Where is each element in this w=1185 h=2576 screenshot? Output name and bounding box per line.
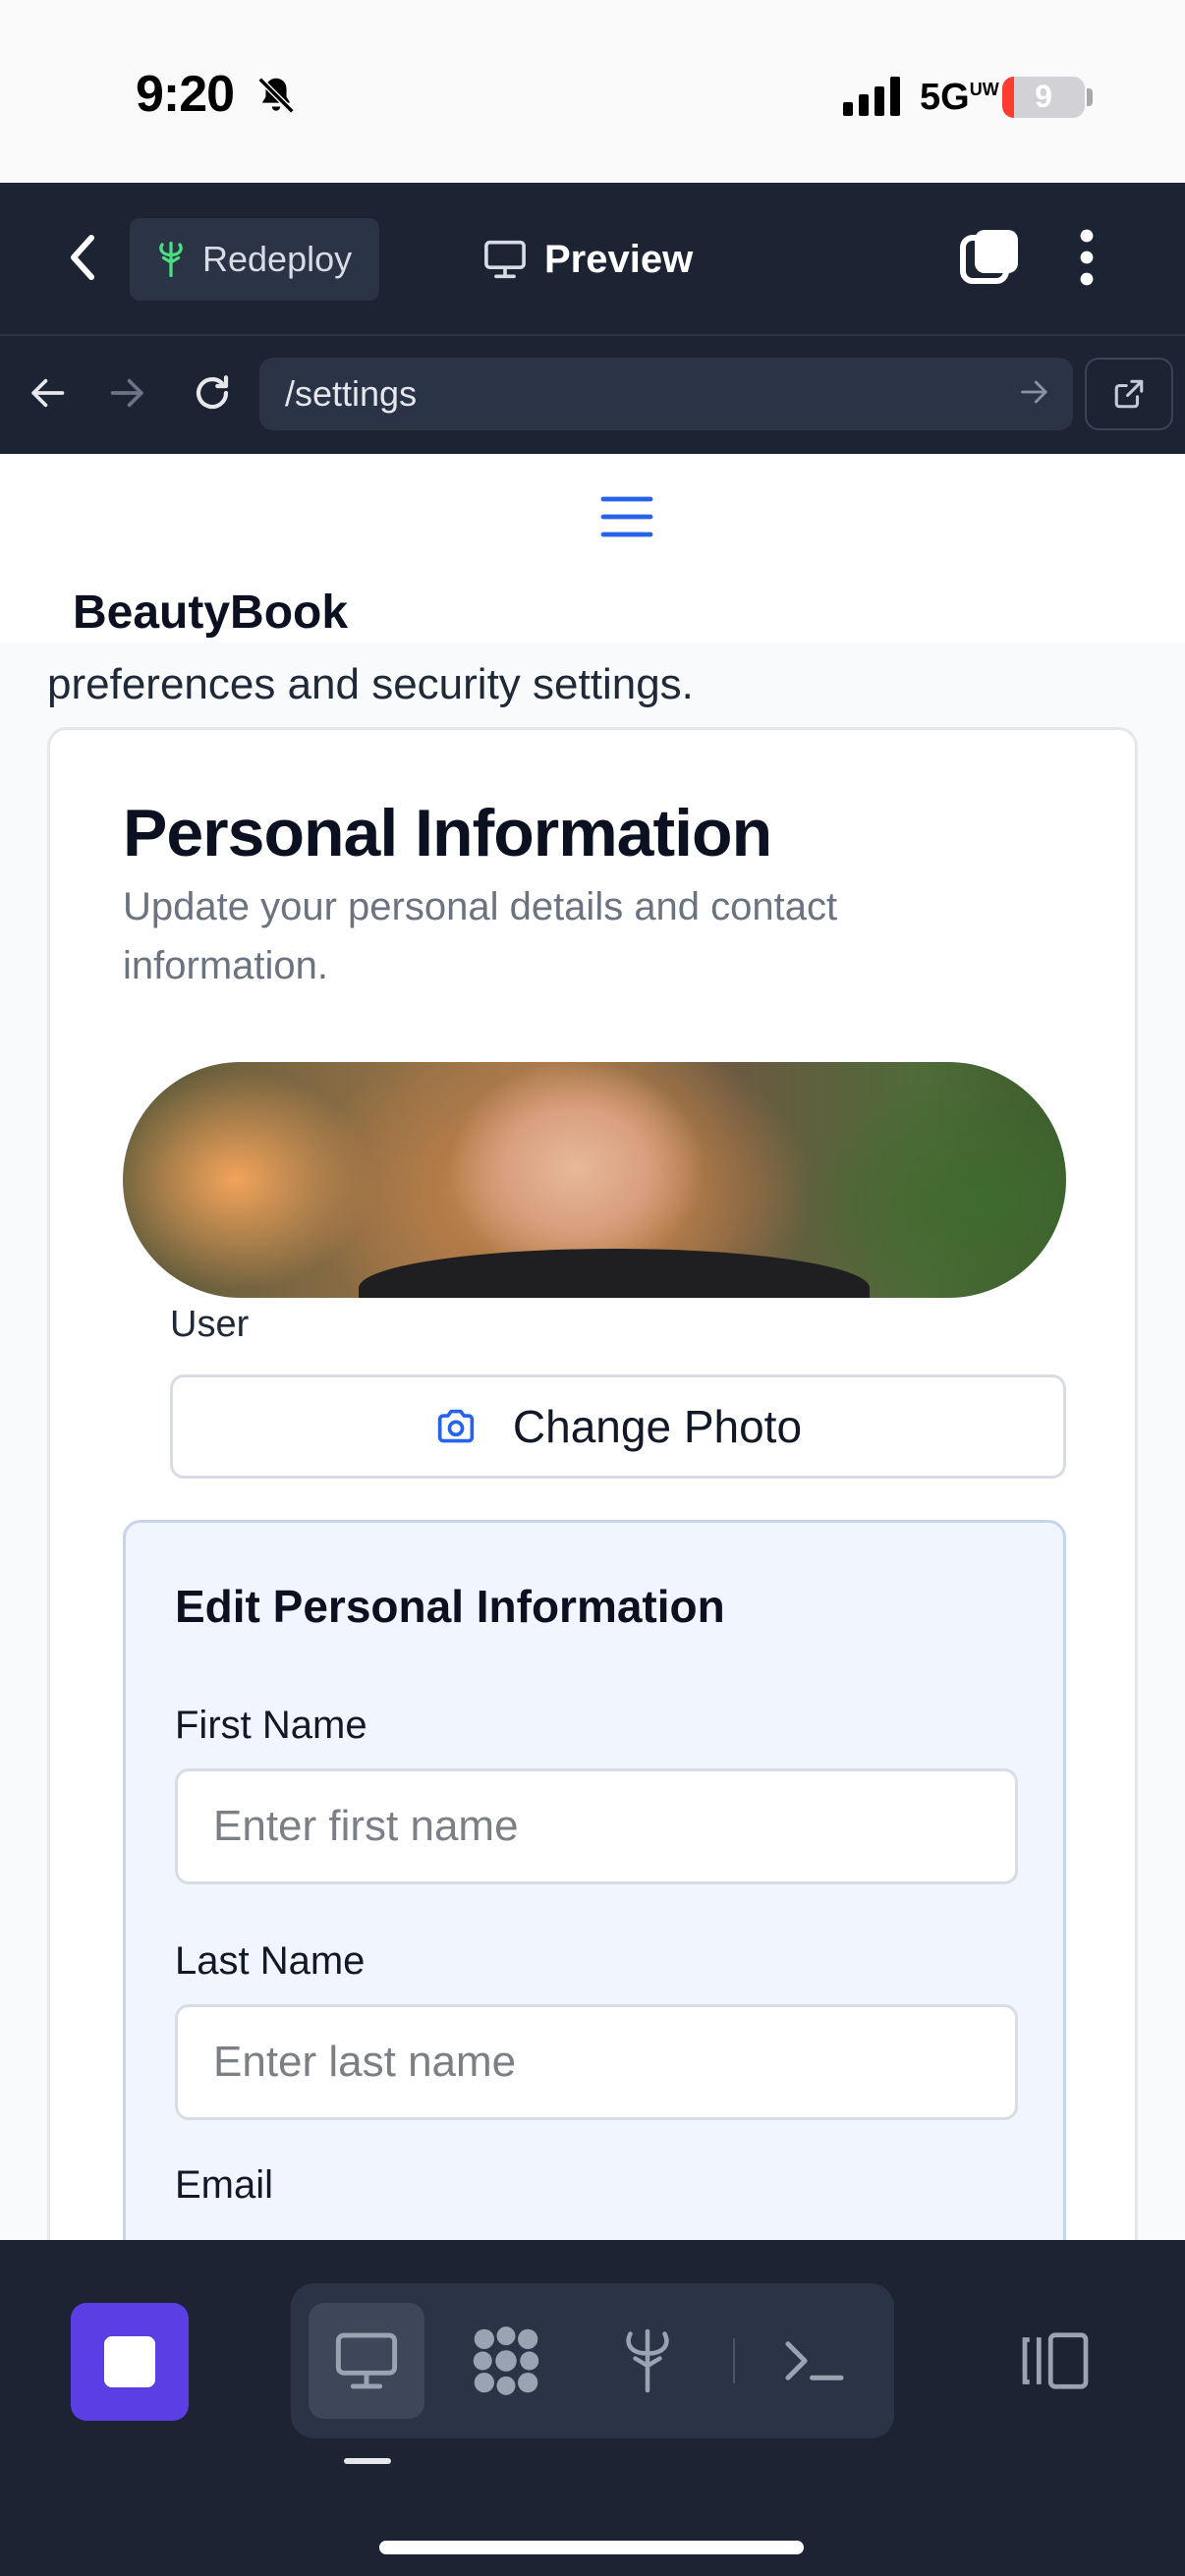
- tool-separator: [733, 2338, 735, 2383]
- nav-back-button[interactable]: [18, 364, 77, 422]
- arrow-right-icon: [110, 378, 143, 408]
- stop-icon: [104, 2336, 155, 2387]
- open-external-button[interactable]: [1085, 358, 1173, 430]
- last-name-input[interactable]: [175, 2004, 1018, 2120]
- preview-viewport[interactable]: BeautyBook preferences and security sett…: [0, 454, 1185, 2240]
- profile-photo: [123, 1062, 1066, 1298]
- tool-switcher: [291, 2283, 894, 2438]
- photo-shirt: [359, 1249, 870, 1298]
- form-title: Edit Personal Information: [175, 1581, 725, 1632]
- tabs-button[interactable]: [959, 226, 1022, 289]
- first-name-input[interactable]: [175, 1768, 1018, 1884]
- personal-info-card: Personal Information Update your persona…: [47, 727, 1138, 2240]
- monitor-icon: [484, 240, 526, 279]
- redeploy-button[interactable]: Redeploy: [130, 218, 379, 301]
- url-bar: /settings: [0, 334, 1185, 454]
- reload-icon: [196, 375, 229, 410]
- terminal-icon: [785, 2341, 844, 2380]
- active-tool-indicator: [344, 2458, 391, 2464]
- last-name-label: Last Name: [175, 1939, 366, 1983]
- change-photo-label: Change Photo: [512, 1401, 803, 1452]
- first-name-label: First Name: [175, 1704, 367, 1747]
- status-time: 9:20: [136, 66, 235, 123]
- card-description: Update your personal details and contact…: [123, 885, 838, 987]
- url-field[interactable]: /settings: [259, 358, 1073, 430]
- tool-packages[interactable]: [448, 2303, 564, 2419]
- edit-info-form: Edit Personal Information First Name Las…: [123, 1520, 1066, 2240]
- page-subtitle: preferences and security settings.: [47, 660, 694, 708]
- vertical-dots-icon: [1080, 229, 1094, 286]
- panel-layout-icon: [1022, 2332, 1089, 2389]
- change-photo-button[interactable]: Change Photo: [170, 1374, 1066, 1479]
- arrow-left-icon: [31, 378, 65, 408]
- home-indicator[interactable]: [379, 2541, 804, 2554]
- more-button[interactable]: [1075, 226, 1114, 289]
- tabs-icon: [960, 230, 1018, 284]
- profile-photo-caption: User: [170, 1304, 250, 1345]
- tool-preview[interactable]: [309, 2303, 424, 2419]
- battery-cap: [1087, 88, 1093, 106]
- signal-icon: [843, 77, 900, 116]
- deploy-tree-icon: [159, 241, 183, 278]
- stop-button[interactable]: [71, 2303, 189, 2421]
- external-link-icon: [1114, 379, 1144, 409]
- battery-icon: 9: [1002, 77, 1085, 118]
- packages-icon: [473, 2326, 539, 2395]
- app-bar: Redeploy Preview: [0, 183, 1185, 334]
- monitor-icon: [335, 2332, 398, 2389]
- layout-toggle-button[interactable]: [1014, 2307, 1097, 2415]
- hamburger-icon: [600, 496, 653, 537]
- network-type: 5GUW: [920, 77, 999, 118]
- url-path: /settings: [285, 373, 418, 414]
- back-button[interactable]: [55, 226, 110, 289]
- status-bar: 9:20 5GUW 9: [0, 0, 1185, 183]
- battery-level: 9: [1035, 79, 1052, 114]
- tool-terminal[interactable]: [757, 2303, 873, 2419]
- card-title: Personal Information: [123, 796, 772, 870]
- camera-icon: [437, 1409, 475, 1443]
- email-label: Email: [175, 2163, 274, 2207]
- redeploy-label: Redeploy: [202, 239, 353, 279]
- preview-label: Preview: [544, 237, 694, 281]
- tool-deployments[interactable]: [590, 2303, 705, 2419]
- deploy-tree-icon: [626, 2328, 669, 2393]
- reload-button[interactable]: [183, 364, 242, 422]
- nav-forward-button[interactable]: [98, 364, 157, 422]
- menu-button[interactable]: [597, 487, 656, 546]
- site-header: BeautyBook: [0, 454, 1185, 643]
- bell-off-icon: [257, 77, 295, 114]
- site-brand[interactable]: BeautyBook: [73, 586, 348, 640]
- bottom-toolbar: [0, 2240, 1185, 2576]
- arrow-right-icon[interactable]: [1020, 377, 1049, 407]
- preview-tab[interactable]: Preview: [483, 218, 693, 301]
- chevron-left-icon: [71, 235, 94, 280]
